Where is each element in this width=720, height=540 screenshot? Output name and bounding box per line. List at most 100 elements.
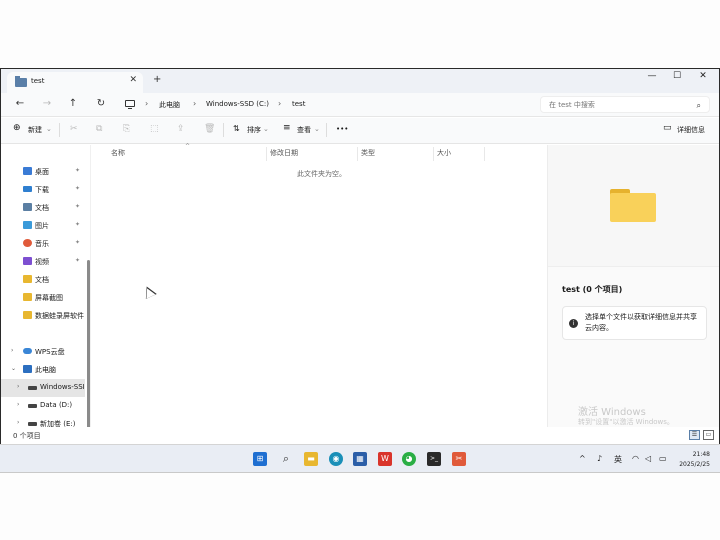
drive-icon [28,404,37,408]
download-icon [23,186,32,192]
expand-arrow-icon[interactable]: › [17,401,19,408]
preview-area [548,145,719,267]
sidebar-item-label: 图片 [35,222,49,230]
column-header-name[interactable]: 名称 [111,148,125,158]
view-dropdown-icon[interactable]: ⌄ [314,125,320,133]
expand-arrow-icon[interactable]: › [17,383,19,390]
sidebar-item-music[interactable]: 音乐 ✦ [1,235,85,253]
battery-icon[interactable]: ▭ [659,454,667,463]
sidebar-item-label: 此电脑 [35,366,56,374]
rename-icon[interactable]: ⬚ [150,124,159,134]
new-tab-button[interactable]: + [153,74,161,85]
tab-close-icon[interactable]: ✕ [129,75,137,85]
sidebar-item-label: 桌面 [35,168,49,176]
details-pane-button[interactable]: 详细信息 [677,125,705,135]
network-icon[interactable]: ◠ [632,454,639,463]
back-button[interactable]: ← [13,98,27,109]
breadcrumb-this-pc[interactable]: 此电脑 [159,100,180,110]
refresh-button[interactable]: ↻ [94,98,108,109]
file-explorer-icon[interactable]: ▬ [304,452,318,466]
column-header-size[interactable]: 大小 [437,148,451,158]
column-header-type[interactable]: 类型 [361,148,375,158]
sidebar-item-videos[interactable]: 视频 ✦ [1,253,85,271]
breadcrumb-drive-c[interactable]: Windows-SSD (C:) [206,100,269,108]
up-button[interactable]: ↑ [66,98,80,109]
sidebar-item-recorder-software[interactable]: 数据蛙录屏软件 [1,307,85,325]
taskbar: ⊞ ⌕ ▬ ◉ ▦ W ◕ >_ ✂ ^ ♪ 英 ◠ ◁ ▭ 21:48 202… [0,444,720,473]
clock-date: 2025/2/25 [679,461,710,468]
tray-chevron-icon[interactable]: ^ [579,454,586,463]
sidebar-item-label: 音乐 [35,240,49,248]
empty-folder-message: 此文件夹为空。 [297,170,346,178]
command-bar: ⊕ 新建 ⌄ ✂ ⧉ ⎘ ⬚ ⇪ 🗑 ⇅ 排序 ⌄ ≡ 查看 ⌄ ••• ▭ 详… [1,118,719,144]
close-button[interactable]: ✕ [693,71,713,81]
pin-icon: ✦ [75,221,81,228]
column-header-date[interactable]: 修改日期 [270,148,298,158]
search-box[interactable]: ⌕ [540,96,710,113]
paste-icon[interactable]: ⎘ [123,124,130,134]
search-icon[interactable]: ⌕ [279,452,293,466]
input-language[interactable]: 英 [614,454,622,465]
details-view-button[interactable]: ☰ [689,430,700,440]
this-pc-icon[interactable] [125,100,135,109]
forward-button[interactable]: → [40,98,54,109]
edge-icon[interactable]: ◉ [329,452,343,466]
sidebar-item-label: Data (D:) [40,401,73,409]
expand-arrow-icon[interactable]: › [17,419,19,426]
breadcrumb-separator: › [193,99,197,108]
share-icon[interactable]: ⇪ [177,124,185,134]
sidebar-item-this-pc[interactable]: ⌄ 此电脑 [1,361,85,379]
file-list[interactable]: ^ 名称 修改日期 类型 大小 此文件夹为空。 [93,143,547,427]
store-icon[interactable]: ▦ [353,452,367,466]
collapse-arrow-icon[interactable]: ⌄ [11,365,16,372]
cloud-icon [23,348,32,354]
minimize-button[interactable]: — [642,71,662,81]
column-divider[interactable] [357,147,358,161]
sidebar-item-desktop[interactable]: 桌面 ✦ [1,163,85,181]
sidebar-item-downloads[interactable]: 下载 ✦ [1,181,85,199]
volume-icon[interactable]: ◁ [645,454,651,463]
tab-test[interactable]: test ✕ [7,72,143,93]
sort-dropdown-icon[interactable]: ⌄ [263,125,269,133]
expand-arrow-icon[interactable]: › [11,347,13,354]
copy-icon[interactable]: ⧉ [96,124,102,134]
cut-icon[interactable]: ✂ [70,124,78,134]
wechat-icon[interactable]: ◕ [402,452,416,466]
clock[interactable]: 21:48 2025/2/25 [679,450,710,470]
new-button[interactable]: 新建 [28,125,42,135]
pin-icon: ✦ [75,203,81,210]
sidebar-item-pictures[interactable]: 图片 ✦ [1,217,85,235]
sidebar-item-wps-cloud[interactable]: › WPS云盘 [1,343,85,361]
more-options-icon[interactable]: ••• [336,125,348,133]
sidebar-item-screenshots[interactable]: 屏幕截图 [1,289,85,307]
folder-icon [23,293,32,301]
wps-icon[interactable]: W [378,452,392,466]
microphone-icon[interactable]: ♪ [597,454,602,463]
sidebar-item-label: WPS云盘 [35,348,65,356]
delete-icon[interactable]: 🗑 [204,124,215,134]
maximize-button[interactable]: ☐ [667,71,687,81]
sidebar-scrollbar[interactable] [87,260,90,444]
sidebar-item-data-d[interactable]: › Data (D:) [1,397,85,415]
breadcrumb-test[interactable]: test [292,100,305,108]
new-dropdown-icon[interactable]: ⌄ [46,125,52,133]
pin-icon: ✦ [75,257,81,264]
start-icon[interactable]: ⊞ [253,452,267,466]
tiles-view-button[interactable]: ▭ [703,430,714,440]
info-icon: i [569,319,578,328]
column-divider[interactable] [266,147,267,161]
search-input[interactable] [549,100,689,110]
details-info-box: i 选择单个文件以获取详细信息并共享云内容。 [562,306,707,340]
snip-icon[interactable]: ✂ [452,452,466,466]
view-button[interactable]: 查看 [297,125,311,135]
sort-button[interactable]: 排序 [247,125,261,135]
terminal-icon[interactable]: >_ [427,452,441,466]
sidebar-item-folder-documents[interactable]: 文档 [1,271,85,289]
separator [223,123,224,137]
column-divider[interactable] [433,147,434,161]
sidebar-item-documents[interactable]: 文档 ✦ [1,199,85,217]
column-divider[interactable] [484,147,485,161]
status-bar: 0 个项目 ☰ ▭ [1,427,719,444]
sidebar-item-windows-ssd[interactable]: › Windows-SSD [1,379,85,397]
desktop-icon [23,167,32,175]
